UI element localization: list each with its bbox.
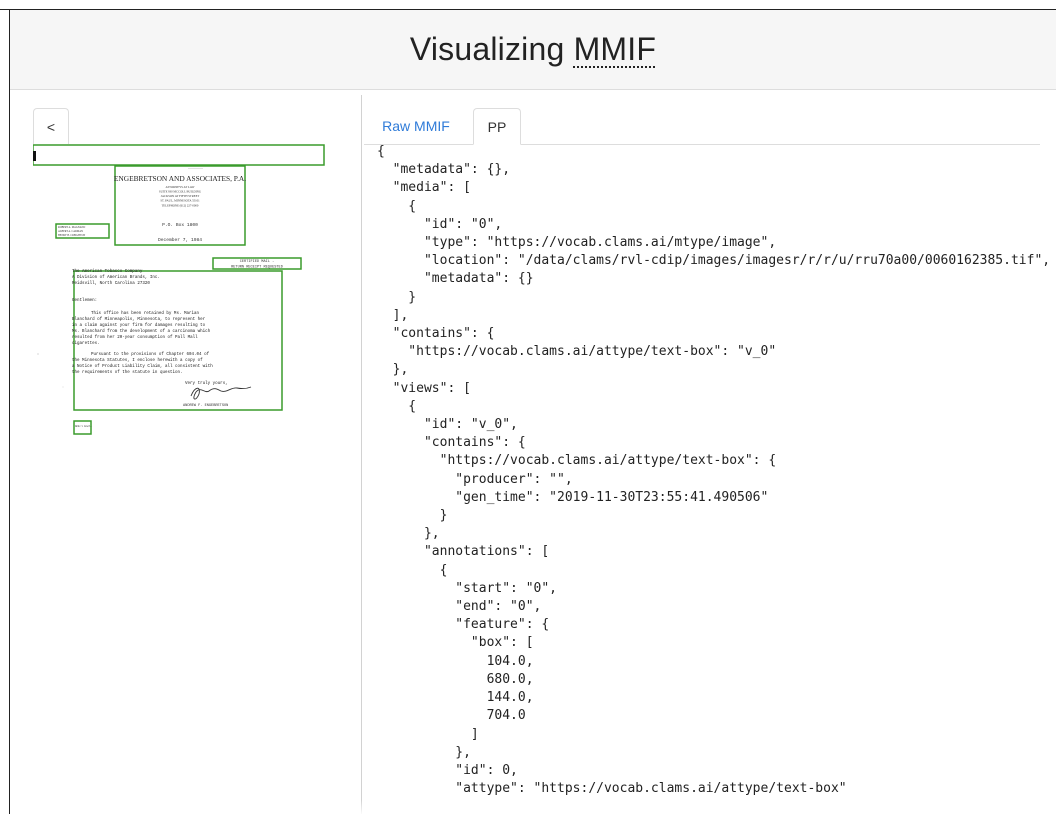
- json-line: ]: [377, 726, 479, 742]
- doc-addressee-line: The American Tobacco Company: [72, 269, 143, 274]
- doc-enclosure: AFE:l Encl.: [75, 424, 92, 428]
- doc-date: December 7, 1984: [158, 237, 202, 243]
- doc-po-box: P.O. Box 1800: [162, 222, 198, 228]
- json-line: 104.0,: [377, 653, 534, 669]
- json-line: "type": "https://vocab.clams.ai/mtype/im…: [377, 235, 777, 251]
- doc-firm-line: TELEPHONE (612) 227-0000: [162, 204, 199, 208]
- doc-para-line: cigarettes.: [72, 341, 100, 346]
- window-left-border: [9, 9, 10, 814]
- json-line: "views": [: [377, 380, 471, 396]
- doc-para-line: This office has been retained by Ms. Mar…: [91, 311, 200, 316]
- json-line: "location": "/data/clams/rvl-cdip/images…: [377, 253, 1051, 269]
- json-line: {: [377, 398, 417, 414]
- json-line: "id": "0",: [377, 216, 503, 232]
- doc-para-line: Pursuant to the provisions of Chapter 60…: [91, 352, 210, 357]
- tab-pp[interactable]: PP: [473, 108, 521, 145]
- json-line: {: [377, 198, 417, 214]
- doc-para-line: in a claim against your firm for damages…: [72, 323, 206, 328]
- doc-salutation: Gentlemen:: [72, 298, 97, 303]
- json-line: "id": "v_0",: [377, 417, 518, 433]
- tab-raw-mmif[interactable]: Raw MMIF: [364, 108, 468, 144]
- json-line: {: [377, 144, 385, 159]
- json-line: },: [377, 526, 440, 542]
- document-image-viewer: __________ ENGEBRETSON AND ASSOCIATES, P…: [33, 144, 325, 439]
- doc-firm-line: ATTORNEYS AT LAW: [166, 185, 195, 189]
- doc-para-line: the Minnesota Statutes, I enclose herewi…: [72, 358, 203, 363]
- json-line: 680.0,: [377, 671, 534, 687]
- page-title-prefix: Visualizing: [409, 31, 574, 67]
- doc-firm-line: SUITE 930 MCCOLL BUILDING: [159, 190, 202, 194]
- view-tabs: Raw MMIF PP: [364, 108, 1040, 145]
- json-line: "id": 0,: [377, 762, 518, 778]
- json-line: "contains": {: [377, 326, 495, 342]
- doc-left-line: HENRY B. CREIGHTON: [58, 234, 85, 237]
- doc-certified: CERTIFIED MAIL -: [240, 260, 275, 264]
- json-line: },: [377, 744, 471, 760]
- json-line: "end": "0",: [377, 599, 542, 615]
- json-line: }: [377, 289, 417, 305]
- bottom-fade: [10, 800, 1056, 814]
- back-button[interactable]: <: [33, 108, 69, 144]
- json-line: "attype": "https://vocab.clams.ai/attype…: [377, 781, 847, 797]
- doc-firm-name: ENGEBRETSON AND ASSOCIATES, P.A.: [114, 174, 246, 183]
- pane-divider: [361, 95, 362, 814]
- doc-para-line: resulted from her 20-year consumption of…: [72, 335, 198, 340]
- doc-para-line: Blanchard of Minneapolis, Minnesota, to …: [72, 317, 206, 322]
- doc-addressee-line: A Division of American Brands, Inc.: [72, 275, 160, 280]
- page-header: Visualizing MMIF: [10, 10, 1056, 90]
- json-line: },: [377, 362, 409, 378]
- json-line: "producer": "",: [377, 471, 573, 487]
- doc-firm-line: JACKSON AT FIFTH STREET: [161, 194, 200, 198]
- window-top-border: [0, 0, 1056, 10]
- json-line: "https://vocab.clams.ai/attype/text-box"…: [377, 453, 777, 469]
- json-line: }: [377, 508, 448, 524]
- json-line: "feature": {: [377, 617, 550, 633]
- json-line: "media": [: [377, 180, 471, 196]
- json-line: "annotations": [: [377, 544, 550, 560]
- doc-left-line: ALBERT A. CARMAN: [58, 230, 83, 233]
- doc-left-line: ROBERT A. MAGNANO: [58, 226, 85, 229]
- json-line: "https://vocab.clams.ai/attype/text-box"…: [377, 344, 777, 360]
- doc-closing: Very truly yours,: [185, 381, 228, 386]
- json-line: 704.0: [377, 708, 526, 724]
- doc-addressee-line: Reidsvill, North Carolina 27320: [72, 281, 150, 286]
- json-line: "metadata": {}: [377, 271, 534, 287]
- document-image: __________ ENGEBRETSON AND ASSOCIATES, P…: [33, 144, 325, 439]
- json-line: "start": "0",: [377, 580, 558, 596]
- page-title: Visualizing MMIF: [410, 31, 656, 68]
- doc-para-line: the requirements of the statute in quest…: [72, 370, 183, 375]
- json-line: 144.0,: [377, 690, 534, 706]
- doc-signer: ANDREW F. ENGEBRETSON: [183, 404, 228, 408]
- json-line: "metadata": {},: [377, 162, 511, 178]
- mmif-abbreviation[interactable]: MMIF: [574, 31, 657, 67]
- json-line: "box": [: [377, 635, 534, 651]
- mmif-json-view: { "metadata": {}, "media": [ { "id": "0"…: [377, 143, 1053, 814]
- doc-return-receipt: RETURN RECEIPT REQUESTED: [231, 266, 283, 270]
- json-line: "gen_time": "2019-11-30T23:55:41.490506": [377, 489, 769, 505]
- doc-para-line: a Notice of Product Liability Claim, all…: [72, 364, 213, 369]
- doc-para-line: Ms. Blanchard from the development of a …: [72, 329, 211, 334]
- json-line: {: [377, 562, 448, 578]
- json-line: "contains": {: [377, 435, 526, 451]
- json-line: ],: [377, 307, 409, 323]
